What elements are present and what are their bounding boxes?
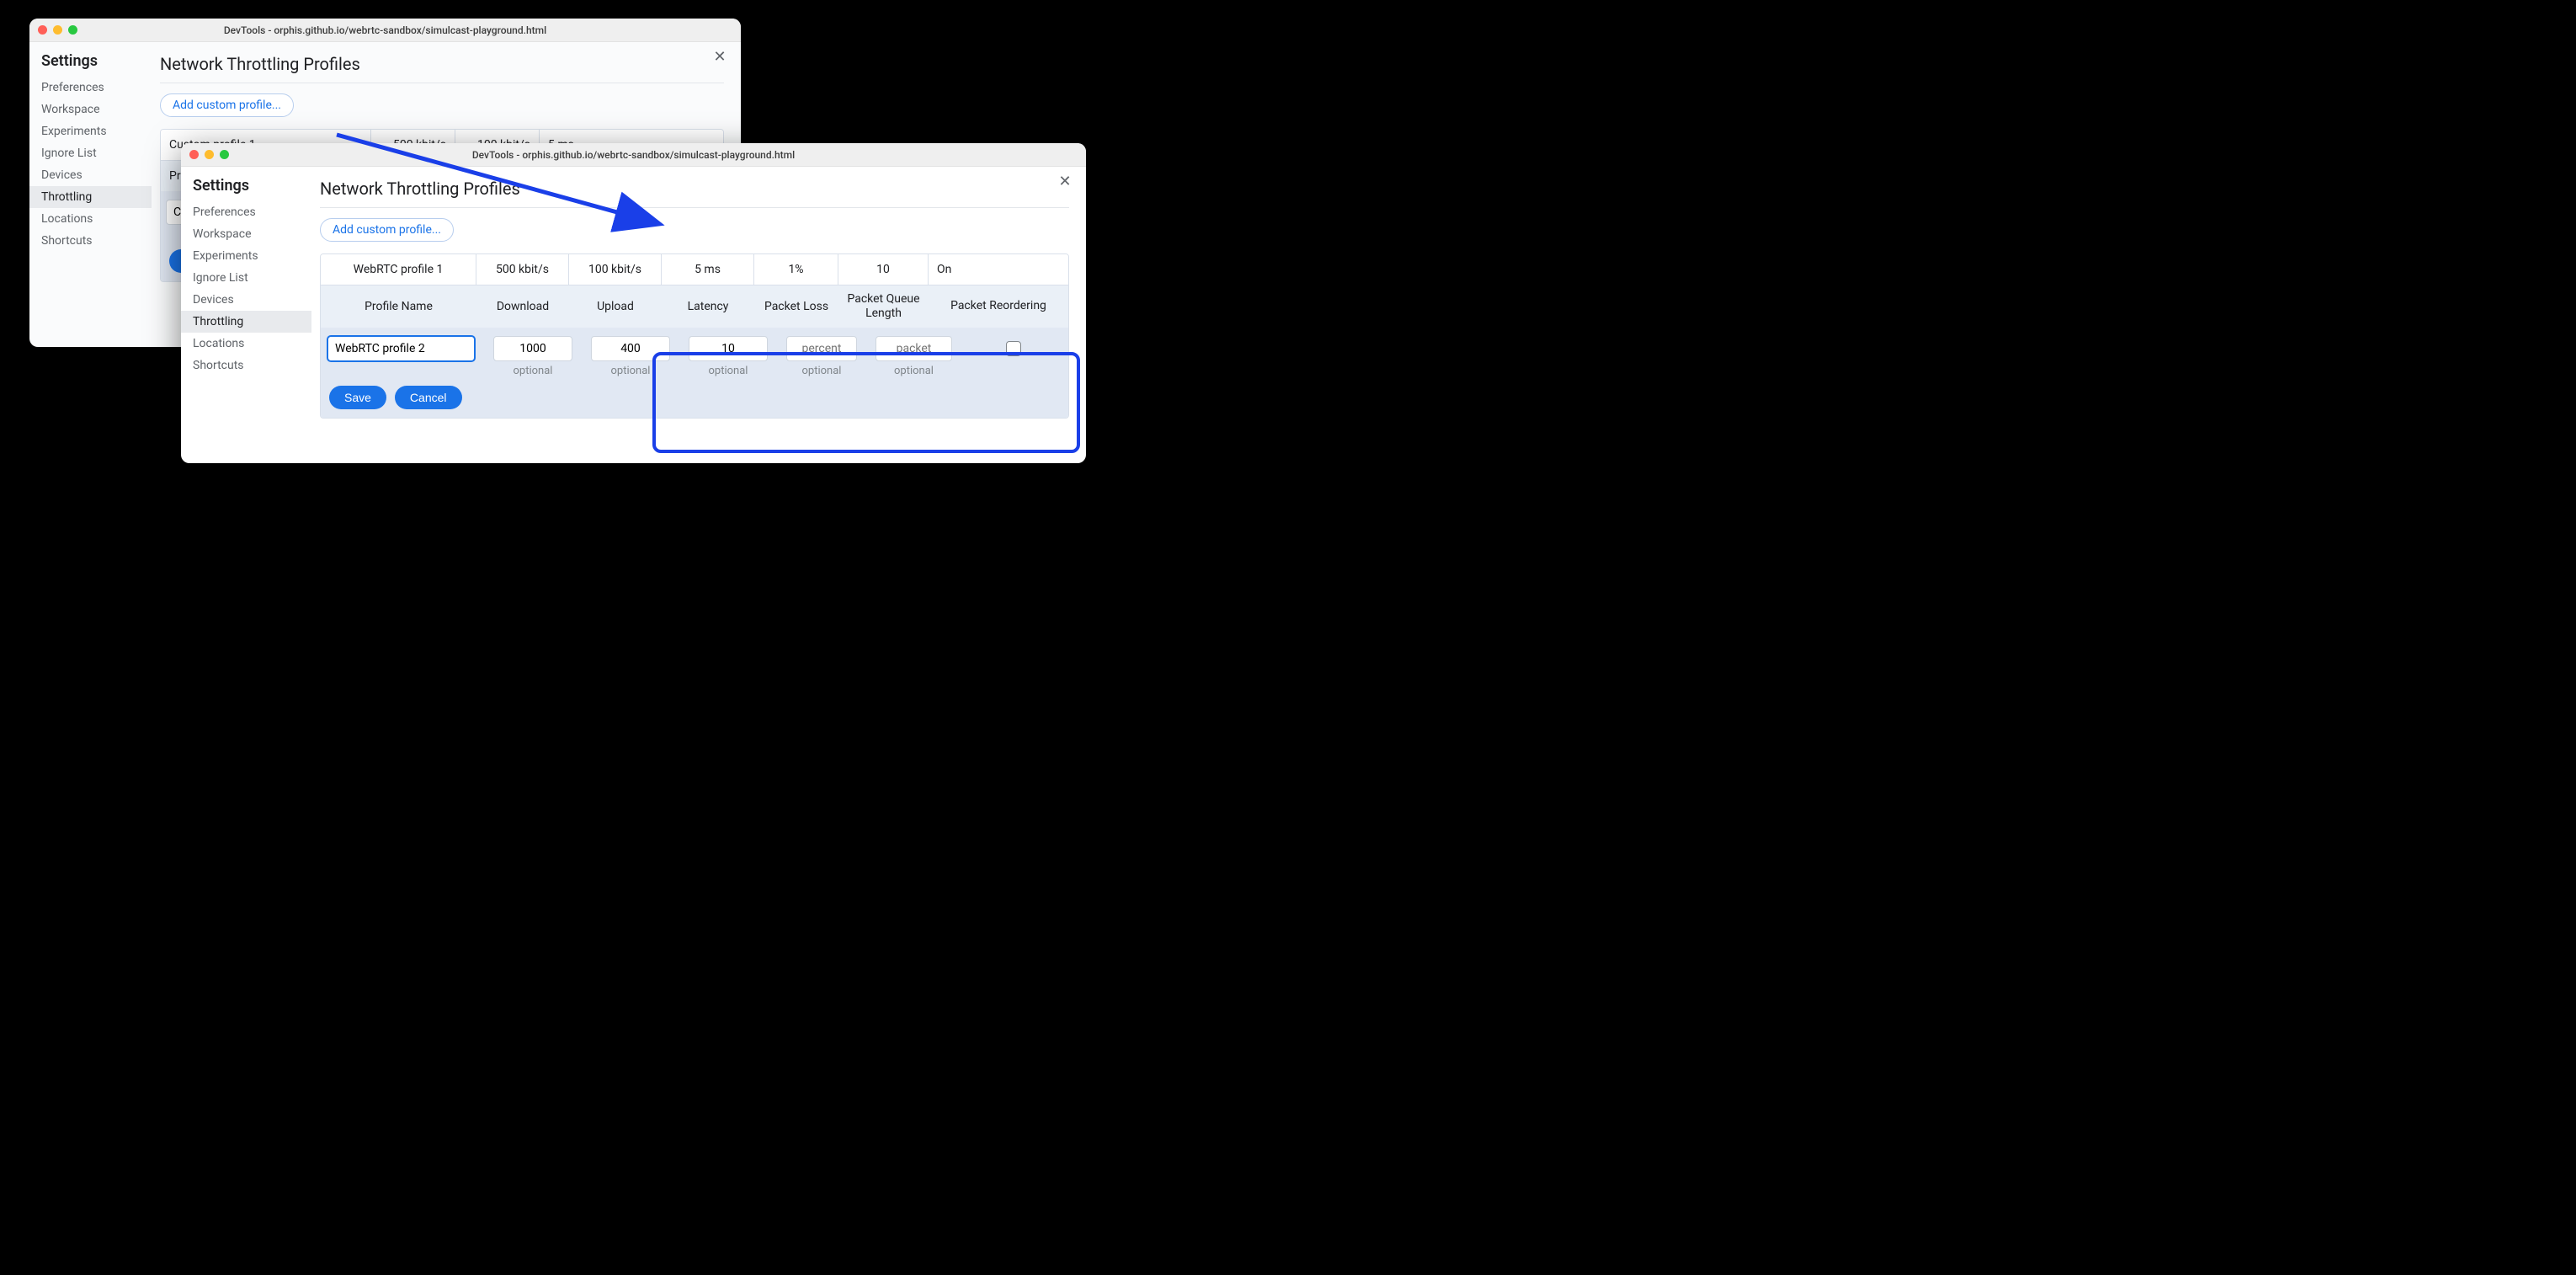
header-packet-reorder: Packet Reordering <box>929 285 1068 328</box>
minimize-window-icon[interactable] <box>205 150 214 159</box>
latency-input[interactable] <box>689 336 768 361</box>
sidebar-item-shortcuts[interactable]: Shortcuts <box>29 230 152 252</box>
window-title: DevTools - orphis.github.io/webrtc-sandb… <box>181 149 1086 161</box>
profiles-table: WebRTC profile 1 500 kbit/s 100 kbit/s 5… <box>320 253 1069 419</box>
packet-loss-cell: 1% <box>754 254 838 285</box>
download-cell: 500 kbit/s <box>476 254 569 285</box>
sidebar-item-devices[interactable]: Devices <box>29 164 152 186</box>
packet-loss-input[interactable] <box>786 336 857 361</box>
settings-heading: Settings <box>181 177 311 201</box>
traffic-lights <box>189 150 229 159</box>
add-custom-profile-button[interactable]: Add custom profile... <box>160 93 294 117</box>
sidebar-item-shortcuts[interactable]: Shortcuts <box>181 355 311 376</box>
upload-hint: optional <box>584 361 677 377</box>
packet-reorder-cell: On <box>929 254 1068 285</box>
profile-name-input[interactable] <box>327 336 475 361</box>
settings-sidebar: Settings Preferences Workspace Experimen… <box>181 167 311 463</box>
settings-sidebar: Settings Preferences Workspace Experimen… <box>29 42 152 347</box>
titlebar: DevTools - orphis.github.io/webrtc-sandb… <box>29 19 741 42</box>
header-upload: Upload <box>569 285 662 328</box>
titlebar: DevTools - orphis.github.io/webrtc-sandb… <box>181 143 1086 167</box>
page-title: Network Throttling Profiles <box>320 175 1069 207</box>
window-title: DevTools - orphis.github.io/webrtc-sandb… <box>29 24 741 36</box>
latency-cell: 5 ms <box>662 254 754 285</box>
packet-queue-cell: 10 <box>838 254 929 285</box>
header-packet-loss: Packet Loss <box>754 285 838 328</box>
close-icon[interactable]: ✕ <box>711 47 729 66</box>
add-custom-profile-button[interactable]: Add custom profile... <box>320 218 454 242</box>
save-button[interactable]: Save <box>329 386 386 409</box>
header-download: Download <box>476 285 569 328</box>
packet-queue-input[interactable] <box>876 336 952 361</box>
sidebar-item-locations[interactable]: Locations <box>181 333 311 355</box>
header-packet-queue: Packet Queue Length <box>838 285 929 328</box>
traffic-lights <box>38 25 77 35</box>
sidebar-item-throttling[interactable]: Throttling <box>29 186 152 208</box>
packet-queue-hint: optional <box>869 361 959 377</box>
close-window-icon[interactable] <box>189 150 199 159</box>
settings-heading: Settings <box>29 52 152 77</box>
packet-reorder-checkbox[interactable] <box>1006 341 1021 356</box>
packet-loss-hint: optional <box>780 361 864 377</box>
upload-cell: 100 kbit/s <box>569 254 662 285</box>
column-headers: Profile Name Download Upload Latency Pac… <box>321 285 1068 328</box>
cancel-button[interactable]: Cancel <box>395 386 462 409</box>
sidebar-item-ignore-list[interactable]: Ignore List <box>181 267 311 289</box>
minimize-window-icon[interactable] <box>53 25 62 35</box>
profile-row[interactable]: WebRTC profile 1 500 kbit/s 100 kbit/s 5… <box>321 254 1068 285</box>
devtools-window-new: DevTools - orphis.github.io/webrtc-sandb… <box>181 143 1086 463</box>
profile-editor: optional optional optional optional opti… <box>321 328 1068 418</box>
download-hint: optional <box>487 361 579 377</box>
sidebar-item-workspace[interactable]: Workspace <box>181 223 311 245</box>
sidebar-item-ignore-list[interactable]: Ignore List <box>29 142 152 164</box>
sidebar-item-workspace[interactable]: Workspace <box>29 99 152 120</box>
download-input[interactable] <box>493 336 572 361</box>
sidebar-item-throttling[interactable]: Throttling <box>181 311 311 333</box>
header-profile-name: Profile Name <box>321 285 476 328</box>
sidebar-item-experiments[interactable]: Experiments <box>181 245 311 267</box>
page-title: Network Throttling Profiles <box>160 51 724 83</box>
zoom-window-icon[interactable] <box>220 150 229 159</box>
close-window-icon[interactable] <box>38 25 47 35</box>
upload-input[interactable] <box>591 336 670 361</box>
main-panel: ✕ Network Throttling Profiles Add custom… <box>311 167 1086 463</box>
close-icon[interactable]: ✕ <box>1056 172 1074 190</box>
sidebar-item-devices[interactable]: Devices <box>181 289 311 311</box>
sidebar-item-locations[interactable]: Locations <box>29 208 152 230</box>
sidebar-item-experiments[interactable]: Experiments <box>29 120 152 142</box>
sidebar-item-preferences[interactable]: Preferences <box>29 77 152 99</box>
latency-hint: optional <box>682 361 774 377</box>
profile-name-cell: WebRTC profile 1 <box>321 254 476 285</box>
sidebar-item-preferences[interactable]: Preferences <box>181 201 311 223</box>
zoom-window-icon[interactable] <box>68 25 77 35</box>
header-latency: Latency <box>662 285 754 328</box>
